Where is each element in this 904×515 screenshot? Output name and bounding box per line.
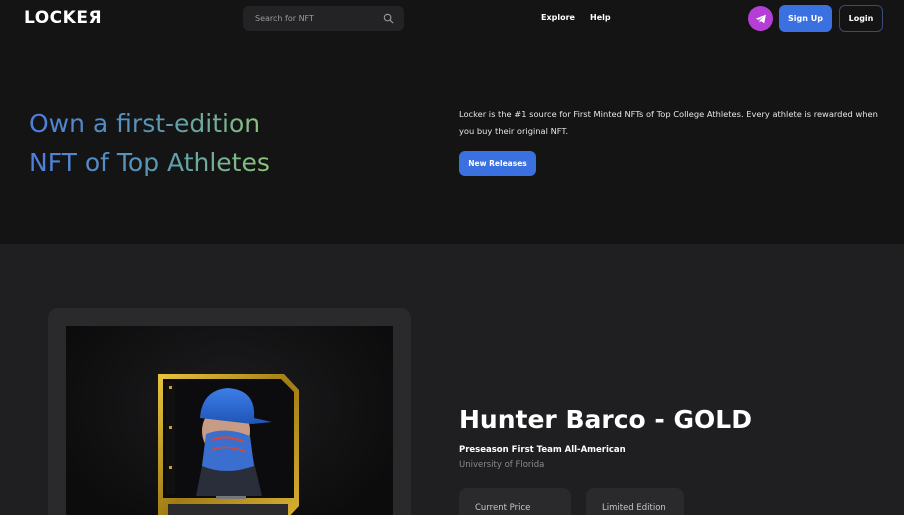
nft-subtitle: Preseason First Team All-American: [459, 445, 626, 455]
current-price-label: Current Price: [475, 503, 531, 513]
nft-title: Hunter Barco - GOLD: [459, 405, 752, 434]
hero-title: Own a first-edition NFT of Top Athletes: [29, 104, 270, 182]
new-releases-button[interactable]: New Releases: [459, 151, 536, 176]
search-box[interactable]: [243, 6, 404, 31]
nft-card-image[interactable]: [66, 326, 393, 515]
telegram-button[interactable]: [748, 6, 773, 31]
nft-school: University of Florida: [459, 460, 545, 470]
search-input[interactable]: [243, 6, 378, 31]
telegram-icon: [755, 14, 766, 23]
hero-description: Locker is the #1 source for First Minted…: [459, 109, 878, 136]
locker-logo[interactable]: LOCKEЯ: [24, 8, 102, 28]
current-price-box: Current Price: [459, 488, 571, 515]
nav-explore-link[interactable]: Explore: [541, 13, 575, 22]
hero-title-line-2: NFT of Top Athletes: [29, 148, 270, 177]
search-icon[interactable]: [383, 13, 394, 24]
hero-title-line-1: Own a first-edition: [29, 109, 261, 138]
nav-help-link[interactable]: Help: [590, 13, 611, 22]
top-navigation-bar: LOCKEЯ Explore Help Sign Up Login: [0, 0, 904, 40]
login-button[interactable]: Login: [839, 5, 883, 32]
limited-edition-box: Limited Edition: [586, 488, 684, 515]
sign-up-button[interactable]: Sign Up: [779, 5, 832, 32]
limited-edition-label: Limited Edition: [602, 503, 666, 513]
nft-trading-card-artwork: [158, 374, 299, 515]
